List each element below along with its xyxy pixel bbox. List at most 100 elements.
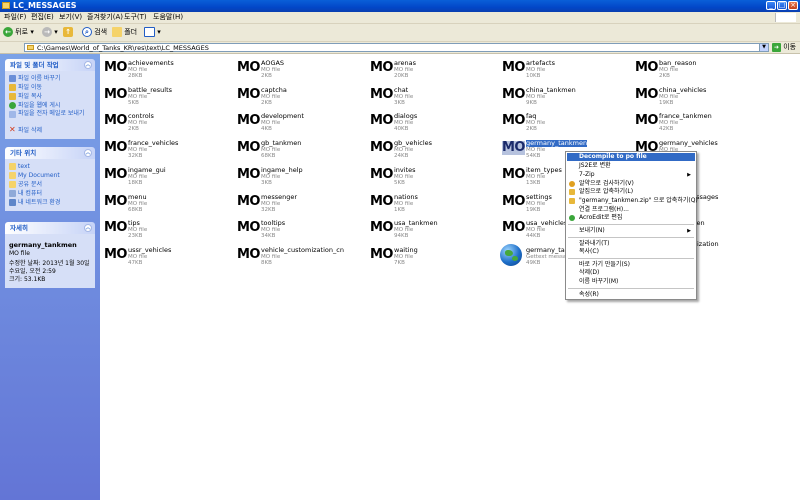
task-label: 파일 이동 [18, 84, 42, 91]
menu-item-open-with[interactable]: 연결 프로그램(H)... [567, 206, 695, 214]
go-label: 이동 [783, 43, 797, 51]
file-name: france_tankmen [659, 112, 712, 120]
search-button[interactable]: ⌕ 검색 [82, 27, 107, 38]
file-item[interactable]: MO development MO file 4KB [233, 110, 353, 134]
views-button[interactable]: ▾ [144, 27, 161, 38]
up-folder-button[interactable]: ↑ [63, 27, 73, 38]
menu-item-js2e[interactable]: JS2E로 변환 [567, 162, 695, 170]
file-item[interactable]: MO artefacts MO file 10KB [498, 57, 618, 81]
file-item[interactable]: MO vehicle_customization_cn MO file 8KB [233, 244, 353, 268]
menu-item-cut[interactable]: 잘라내기(T) [567, 240, 695, 248]
collapse-icon[interactable]: ︽ [84, 61, 92, 69]
file-item[interactable]: MO tips MO file 23KB [100, 217, 220, 241]
address-dropdown-icon[interactable]: ▼ [759, 44, 768, 51]
truncated-file-label: ization [697, 240, 719, 248]
file-item[interactable]: MO usa_tankmen MO file 94KB [366, 217, 486, 241]
file-item[interactable]: MO arenas MO file 20KB [366, 57, 486, 81]
other-places-header[interactable]: 기타 위치 ︽ [5, 147, 95, 159]
menu-item-copy[interactable]: 복사(C) [567, 248, 695, 256]
folders-icon [112, 27, 122, 37]
back-button[interactable]: ← 뒤로 ▾ [3, 27, 34, 38]
file-item[interactable]: MO dialogs MO file 40KB [366, 110, 486, 134]
menu-edit[interactable]: 편집(E) [31, 13, 54, 22]
file-item[interactable]: MO ban_reason MO file 2KB [631, 57, 751, 81]
place-label: 내 컴퓨터 [18, 190, 42, 197]
maximize-button[interactable]: □ [777, 1, 787, 10]
file-size: 10KB [526, 73, 541, 79]
task-publish-web[interactable]: 파일을 웹에 게시 [9, 101, 91, 110]
task-rename[interactable]: 파일 이름 바꾸기 [9, 74, 91, 83]
search-icon: ⌕ [82, 27, 92, 37]
file-size: 5KB [394, 180, 405, 186]
file-item[interactable]: MO controls MO file 2KB [100, 110, 220, 134]
address-input[interactable]: C:\Games\World_of_Tanks_KR\res\text\LC_M… [24, 43, 769, 52]
forward-button[interactable]: → ▾ [42, 27, 58, 38]
minimize-button[interactable]: _ [766, 1, 776, 10]
file-item[interactable]: MO gb_vehicles MO file 24KB [366, 137, 486, 161]
task-copy[interactable]: 파일 복사 [9, 92, 91, 101]
file-name: ussr_vehicles [128, 246, 172, 254]
file-name: dialogs [394, 112, 418, 120]
place-text[interactable]: text [9, 162, 91, 171]
file-item[interactable]: MO captcha MO file 2KB [233, 84, 353, 108]
file-item[interactable]: MO ussr_vehicles MO file 47KB [100, 244, 220, 268]
menu-item-create-shortcut[interactable]: 바로 가기 만들기(S) [567, 261, 695, 269]
task-email[interactable]: 파일을 전자 메일로 보내기 [9, 110, 91, 126]
file-name: usa_tankmen [394, 219, 438, 227]
menu-item-acroedit[interactable]: AcroEdit로 편집 [567, 214, 695, 222]
file-item[interactable]: MO nations MO file 1KB [366, 191, 486, 215]
file-item[interactable]: MO invites MO file 5KB [366, 164, 486, 188]
place-network[interactable]: 내 네트워크 환경 [9, 198, 91, 207]
collapse-icon[interactable]: ︽ [84, 224, 92, 232]
menu-item-rename[interactable]: 이름 바꾸기(M) [567, 278, 695, 286]
menu-item-delete[interactable]: 삭제(D) [567, 269, 695, 277]
task-pane: 파일 및 폴더 작업 ︽ 파일 이름 바꾸기 파일 이동 파일 복사 파일을 웹… [0, 54, 100, 500]
menu-item-properties[interactable]: 속성(R) [567, 291, 695, 299]
menu-item-send-to[interactable]: 보내기(N) ▶ [567, 227, 695, 235]
file-item[interactable]: MO france_tankmen MO file 42KB [631, 110, 751, 134]
file-item[interactable]: MO gb_tankmen MO file 68KB [233, 137, 353, 161]
menu-help[interactable]: 도움말(H) [153, 13, 183, 22]
menu-file[interactable]: 파일(F) [4, 13, 26, 22]
go-button[interactable]: ➜ 이동 [772, 43, 796, 52]
place-my-documents[interactable]: My Document [9, 171, 91, 180]
file-item[interactable]: MO achievements MO file 28KB [100, 57, 220, 81]
place-my-computer[interactable]: 내 컴퓨터 [9, 189, 91, 198]
file-item[interactable]: MO menu MO file 68KB [100, 191, 220, 215]
menu-item-scan-alyac[interactable]: 알약으로 검사하기(V) [567, 180, 695, 188]
folders-button[interactable]: 폴더 [112, 27, 137, 38]
menu-view[interactable]: 보기(V) [59, 13, 82, 22]
details-file-name: germany_tankmen [9, 241, 77, 249]
file-item[interactable]: MO tooltips MO file 34KB [233, 217, 353, 241]
close-button[interactable]: × [788, 1, 798, 10]
file-name: ingame_help [261, 166, 303, 174]
file-item[interactable]: MO faq MO file 2KB [498, 110, 618, 134]
place-shared-documents[interactable]: 공유 문서 [9, 180, 91, 189]
file-item[interactable]: MO ingame_gui MO file 18KB [100, 164, 220, 188]
task-delete[interactable]: ✕ 파일 삭제 [9, 126, 91, 135]
menu-item-decompile[interactable]: Decompile to po file [567, 153, 695, 161]
window-title: LC_MESSAGES [13, 1, 77, 10]
file-item[interactable]: MO AOGAS MO file 2KB [233, 57, 353, 81]
file-item[interactable]: MO chat MO file 3KB [366, 84, 486, 108]
address-path: C:\Games\World_of_Tanks_KR\res\text\LC_M… [37, 44, 209, 52]
menu-item-compress-zip[interactable]: "germany_tankmen.zip" 으로 압축하기(Q) [567, 197, 698, 205]
menu-item-7zip[interactable]: 7-Zip ▶ [567, 171, 695, 179]
file-item[interactable]: MO france_vehicles MO file 32KB [100, 137, 220, 161]
task-move[interactable]: 파일 이동 [9, 83, 91, 92]
task-label: 파일을 웹에 게시 [18, 102, 61, 109]
file-tasks-header[interactable]: 파일 및 폴더 작업 ︽ [5, 59, 95, 71]
file-item[interactable]: MO battle_results MO file 5KB [100, 84, 220, 108]
file-item[interactable]: MO ingame_help MO file 3KB [233, 164, 353, 188]
file-size: 2KB [526, 126, 537, 132]
file-item[interactable]: MO messenger MO file 32KB [233, 191, 353, 215]
file-item[interactable]: MO china_vehicles MO file 19KB [631, 84, 751, 108]
menu-favorites[interactable]: 즐겨찾기(A) [87, 13, 123, 22]
file-item[interactable]: MO waiting MO file 7KB [366, 244, 486, 268]
menu-tools[interactable]: 도구(T) [124, 13, 147, 22]
details-header[interactable]: 자세히 ︽ [5, 222, 95, 234]
menu-separator [568, 258, 694, 259]
file-item[interactable]: MO china_tankmen MO file 9KB [498, 84, 618, 108]
collapse-icon[interactable]: ︽ [84, 149, 92, 157]
menu-item-compress-alzip[interactable]: 알집으로 압축하기(L) [567, 188, 695, 196]
